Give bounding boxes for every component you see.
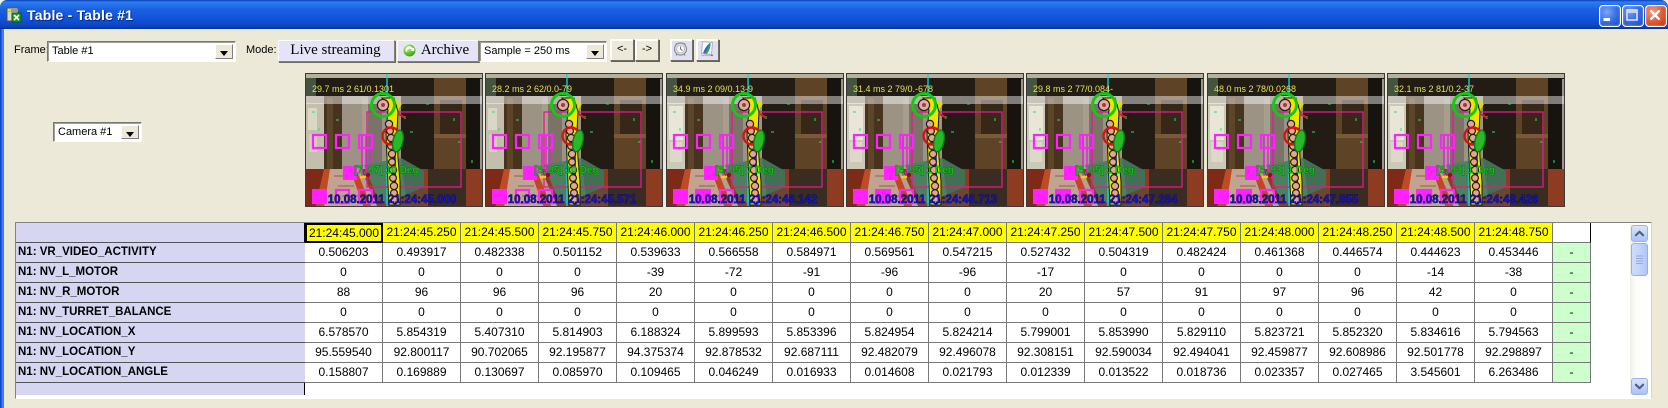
svg-text:[8, 95] 1 Deg: [8, 95] 1 Deg <box>895 165 954 176</box>
svg-text:10.08.2011 21:24:45.571: 10.08.2011 21:24:45.571 <box>508 194 637 206</box>
svg-text:10.08.2011 21:24:48.426: 10.08.2011 21:24:48.426 <box>1410 194 1539 206</box>
svg-text:[7, 97] 10 Deg: [7, 97] 10 Deg <box>354 165 418 176</box>
svg-text:[8, 95] 1 Deg: [8, 95] 1 Deg <box>1075 165 1134 176</box>
svg-text:[8, 95] 7 Deg: [8, 95] 7 Deg <box>715 165 774 176</box>
svg-text:10.08.2011 21:24:47.855: 10.08.2011 21:24:47.855 <box>1230 194 1359 206</box>
svg-text:48.0 ms 2 78/0.0268: 48.0 ms 2 78/0.0268 <box>1214 84 1296 94</box>
svg-text:10.08.2011 21:24:46.713: 10.08.2011 21:24:46.713 <box>869 194 998 206</box>
svg-text:34.9 ms 2 09/0.13-9: 34.9 ms 2 09/0.13-9 <box>673 84 753 94</box>
svg-text:32.1 ms 2 81/0.2-37: 32.1 ms 2 81/0.2-37 <box>1394 84 1474 94</box>
svg-text:[8, 95] 10 Deg: [8, 95] 10 Deg <box>534 165 598 176</box>
svg-text:29.8 ms 2 77/0.084-: 29.8 ms 2 77/0.084- <box>1033 84 1113 94</box>
svg-text:[8, 93] 1 Deg: [8, 93] 1 Deg <box>1436 165 1495 176</box>
svg-text:28.2 ms 2 62/0.0-79: 28.2 ms 2 62/0.0-79 <box>492 84 572 94</box>
svg-text:31.4 ms 2 79/0.-678: 31.4 ms 2 79/0.-678 <box>853 84 933 94</box>
svg-text:[8, 93] 1 Deg: [8, 93] 1 Deg <box>1256 165 1315 176</box>
svg-text:10.08.2011 21:24:45.000: 10.08.2011 21:24:45.000 <box>328 194 457 206</box>
svg-text:29.7 ms 2 61/0.1301: 29.7 ms 2 61/0.1301 <box>312 84 394 94</box>
svg-text:10.08.2011 21:24:46.142: 10.08.2011 21:24:46.142 <box>689 194 818 206</box>
svg-text:10.08.2011 21:24:47.284: 10.08.2011 21:24:47.284 <box>1049 194 1178 206</box>
